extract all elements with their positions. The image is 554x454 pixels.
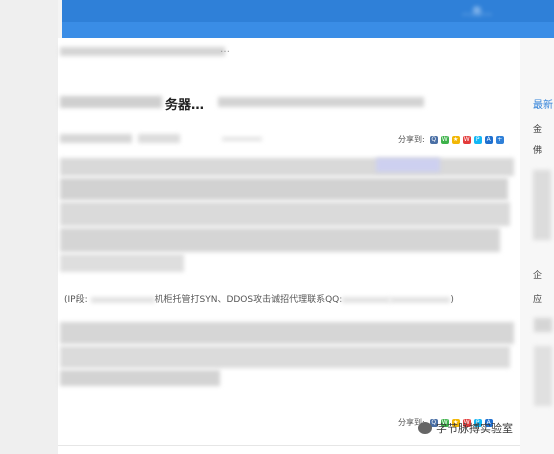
sidebar-item-4[interactable]: 应 (533, 292, 542, 305)
sidebar-item-2[interactable]: 佛 (533, 143, 542, 156)
renren-icon[interactable]: A (484, 135, 493, 144)
qzone-icon[interactable]: Q (429, 135, 438, 144)
site-header: …务… 发署 (62, 0, 554, 38)
sidebar-blur-block-2 (534, 318, 552, 332)
more-share-icon[interactable]: + (495, 135, 504, 144)
weibo-icon[interactable]: W (462, 135, 471, 144)
left-gutter (0, 0, 58, 454)
star-icon[interactable]: ★ (451, 135, 460, 144)
sidebar-blur-block (533, 170, 551, 240)
sidebar-heading: 最新 (533, 100, 553, 111)
wechat-icon[interactable]: W (440, 135, 449, 144)
sidebar-blur-block-3 (534, 346, 552, 406)
header-nav-link[interactable]: …务… (462, 3, 492, 18)
footer-divider (58, 445, 520, 446)
share-bar-top: 分享到: Q W ★ W P A + (398, 134, 504, 145)
pengyou-icon[interactable]: P (473, 135, 482, 144)
watermark: 字节脉搏实验室 (418, 420, 513, 436)
share-label: 分享到: (398, 135, 425, 144)
header-strip (62, 22, 554, 38)
ip-info-line: (IP段: 机柜托管打SYN、DDOS攻击诚招代理联系QQ:) (64, 295, 454, 305)
sidebar-item-1[interactable]: 金 (533, 122, 542, 135)
sidebar-item-3[interactable]: 企 (533, 268, 542, 281)
wechat-logo-icon (418, 422, 432, 434)
page-title: 务器… (165, 98, 205, 113)
